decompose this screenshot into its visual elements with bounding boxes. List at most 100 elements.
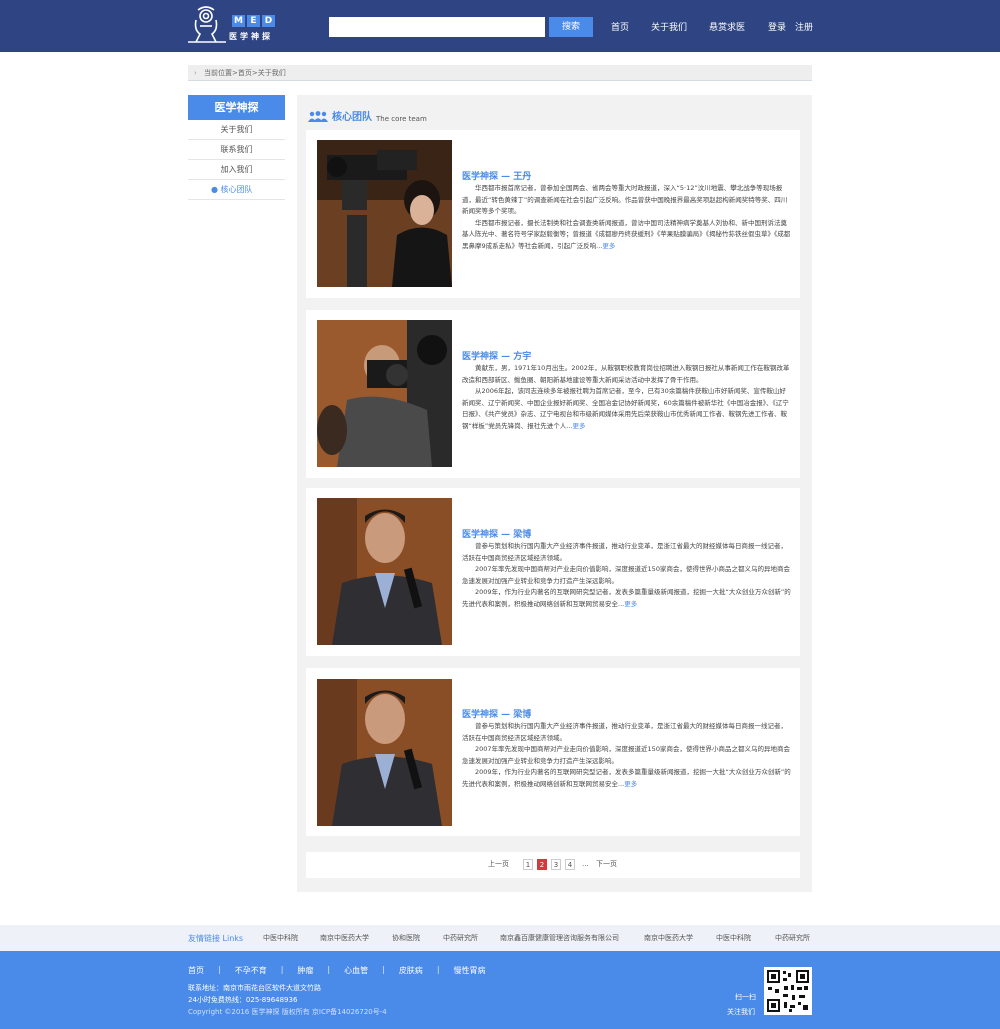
sidebar-item-join[interactable]: 加入我们 bbox=[188, 160, 285, 180]
section-header: 核心团队 The core team bbox=[308, 108, 427, 123]
team-card: 医学神探 — 梁博 曾参与策划和执行国内重大产业经济事件报道，推动行业变革，是浙… bbox=[306, 488, 800, 656]
nav-item-home[interactable]: 首页 bbox=[611, 20, 629, 33]
bio-paragraph: 从2006年起，该同志连续多年被报社聘为首席记者，至今，已有30余篇稿件获鞍山市… bbox=[462, 387, 789, 430]
bio-paragraph: 曾参与策划和执行国内重大产业经济事件报道，推动行业变革，是浙江省最大的财经媒体每… bbox=[462, 542, 787, 562]
member-name[interactable]: 医学神探 — 梁博 bbox=[462, 707, 531, 720]
friend-link[interactable]: 中药研究所 bbox=[443, 933, 478, 943]
footer-nav-item[interactable]: 心血管 bbox=[344, 965, 368, 976]
bio-paragraph: 华西都市报首席记者，曾参加全国两会、省两会等重大时政报道，深入“5·12”汶川地… bbox=[462, 184, 788, 216]
footer-nav-item[interactable]: 首页 bbox=[188, 965, 204, 976]
detective-logo-icon bbox=[188, 6, 226, 43]
footer-info: 联系地址：南京市雨花台区软件大道文竹路 24小时免费热线：025-8964893… bbox=[188, 982, 387, 1018]
site-header: M E D 医学神探 搜索 首页 关于我们 悬赏求医 登录 注册 bbox=[0, 0, 1000, 52]
member-bio: 曾参与策划和执行国内重大产业经济事件报道，推动行业变革，是浙江省最大的财经媒体每… bbox=[462, 541, 792, 611]
footer-nav-separator: | bbox=[327, 965, 331, 974]
team-card: 医学神探 — 方宇 黄献东，男，1971年10月出生。2002年，从鞍钢职校教育… bbox=[306, 310, 800, 478]
friend-links-bar: 友情链接 Links 中医中科院 南京中医药大学 协和医院 中药研究所 南京鑫百… bbox=[0, 925, 1000, 951]
logo-text: 医学神探 bbox=[229, 32, 273, 41]
member-photo-speaker[interactable] bbox=[317, 679, 452, 826]
friend-link[interactable]: 中医中科院 bbox=[263, 933, 298, 943]
friend-links-title: 友情链接 Links bbox=[188, 934, 244, 943]
page-link[interactable]: 1 bbox=[523, 859, 533, 870]
footer-nav-separator: | bbox=[280, 965, 284, 974]
logo-letter: D bbox=[262, 15, 275, 27]
footer-nav-item[interactable]: 不孕不育 bbox=[235, 965, 267, 976]
footer-nav-item[interactable]: 慢性胃病 bbox=[454, 965, 486, 976]
prev-page-link[interactable]: 上一页 bbox=[488, 859, 509, 870]
section-title: 核心团队 bbox=[332, 112, 372, 123]
member-name[interactable]: 医学神探 — 王丹 bbox=[462, 169, 531, 182]
footer-nav-item[interactable]: 肿瘤 bbox=[297, 965, 313, 976]
sidebar: 医学神探 关于我们 联系我们 加入我们 ● 核心团队 bbox=[188, 95, 285, 200]
team-icon bbox=[308, 111, 328, 122]
member-name[interactable]: 医学神探 — 梁博 bbox=[462, 527, 531, 540]
member-photo-speaker[interactable] bbox=[317, 498, 452, 645]
bio-paragraph: 2007年率先发现中国商帮对产业走向价值影响，深度报道近150家商会，使得世界小… bbox=[462, 565, 790, 585]
breadcrumb: › 当前位置>首页>关于我们 bbox=[188, 65, 812, 81]
bio-paragraph: 黄献东，男，1971年10月出生。2002年，从鞍钢职校教育岗位招聘进入鞍钢日报… bbox=[462, 364, 790, 384]
breadcrumb-text[interactable]: 当前位置>首页>关于我们 bbox=[204, 69, 286, 77]
auth-links: 登录 注册 bbox=[768, 20, 813, 33]
sidebar-item-about[interactable]: 关于我们 bbox=[188, 120, 285, 140]
more-link[interactable]: 更多 bbox=[602, 242, 615, 250]
breadcrumb-arrow-icon: › bbox=[194, 69, 197, 77]
logo-letter: M bbox=[232, 15, 245, 27]
friend-link[interactable]: 中医中科院 bbox=[716, 933, 751, 943]
logo-med-letters: M E D bbox=[232, 15, 275, 27]
footer-address: 联系地址：南京市雨花台区软件大道文竹路 bbox=[188, 984, 321, 992]
footer-nav-separator: | bbox=[382, 965, 385, 974]
member-photo-photographer[interactable] bbox=[317, 320, 452, 467]
qr-follow-label: 关注我们 bbox=[727, 1008, 755, 1016]
next-page-link[interactable]: 下一页 bbox=[596, 859, 617, 870]
bio-paragraph: 曾参与策划和执行国内重大产业经济事件报道，推动行业变革，是浙江省最大的财经媒体每… bbox=[462, 722, 787, 742]
friend-link[interactable]: 南京鑫百康健康管理咨询服务有限公司 bbox=[500, 933, 619, 943]
site-footer: 首页 | 不孕不育 | 肿瘤 | 心血管 | 皮肤病 | 慢性胃病 联系地址：南京市雨花台… bbox=[0, 951, 1000, 1029]
search-button[interactable]: 搜索 bbox=[549, 17, 593, 37]
member-name[interactable]: 医学神探 — 方宇 bbox=[462, 349, 531, 362]
footer-hotline: 24小时免费热线：025-89648936 bbox=[188, 996, 298, 1004]
more-link[interactable]: 更多 bbox=[624, 600, 637, 608]
page-ellipsis: ... bbox=[582, 860, 589, 868]
site-logo[interactable]: M E D 医学神探 bbox=[186, 6, 281, 44]
member-photo-cameraman[interactable] bbox=[317, 140, 452, 287]
member-bio: 黄献东，男，1971年10月出生。2002年，从鞍钢职校教育岗位招聘进入鞍钢日报… bbox=[462, 363, 792, 433]
footer-nav-separator: | bbox=[218, 965, 221, 974]
friend-link[interactable]: 协和医院 bbox=[392, 933, 420, 943]
page-link-current[interactable]: 2 bbox=[537, 859, 547, 870]
sidebar-item-contact[interactable]: 联系我们 bbox=[188, 140, 285, 160]
sidebar-item-label: 关于我们 bbox=[220, 125, 253, 134]
footer-nav: 首页 | 不孕不育 | 肿瘤 | 心血管 | 皮肤病 | 慢性胃病 bbox=[188, 965, 486, 976]
search-input[interactable] bbox=[329, 17, 545, 37]
friend-link[interactable]: 南京中医药大学 bbox=[644, 933, 693, 943]
main-nav: 首页 关于我们 悬赏求医 bbox=[611, 20, 767, 33]
friend-link[interactable]: 南京中医药大学 bbox=[320, 933, 369, 943]
sidebar-item-label: 联系我们 bbox=[220, 145, 253, 154]
register-link[interactable]: 注册 bbox=[795, 20, 813, 33]
bio-paragraph: 2007年率先发现中国商帮对产业走向价值影响，深度报道近150家商会，使得世界小… bbox=[462, 745, 790, 765]
more-link[interactable]: 更多 bbox=[572, 422, 585, 430]
team-card: 医学神探 — 梁博 曾参与策划和执行国内重大产业经济事件报道，推动行业变革，是浙… bbox=[306, 668, 800, 836]
sidebar-item-label: 核心团队 bbox=[220, 185, 253, 194]
nav-item-bounty[interactable]: 悬赏求医 bbox=[709, 20, 745, 33]
login-link[interactable]: 登录 bbox=[768, 20, 786, 33]
sidebar-title: 医学神探 bbox=[188, 95, 285, 120]
friend-link[interactable]: 中药研究所 bbox=[775, 933, 810, 943]
qr-scan-label: 扫一扫 bbox=[735, 993, 756, 1001]
sidebar-item-team[interactable]: ● 核心团队 bbox=[188, 180, 285, 200]
sidebar-item-label: 加入我们 bbox=[220, 165, 253, 174]
nav-item-about[interactable]: 关于我们 bbox=[651, 20, 687, 33]
page-link[interactable]: 3 bbox=[551, 859, 561, 870]
logo-letter: E bbox=[247, 15, 260, 27]
team-card: 医学神探 — 王丹 华西都市报首席记者，曾参加全国两会、省两会等重大时政报道，深… bbox=[306, 130, 800, 298]
active-dot-icon: ● bbox=[211, 185, 218, 194]
bio-paragraph: 华西都市报记者，摄长法制类和社会调查类新闻报道，曾访中国司法精神病学奠基人刘协和… bbox=[462, 218, 791, 250]
qr-code-icon[interactable] bbox=[764, 967, 812, 1015]
member-bio: 华西都市报首席记者，曾参加全国两会、省两会等重大时政报道，深入“5·12”汶川地… bbox=[462, 183, 792, 253]
more-link[interactable]: 更多 bbox=[624, 780, 637, 788]
section-subtitle: The core team bbox=[376, 115, 427, 123]
page-link[interactable]: 4 bbox=[565, 859, 575, 870]
pagination: 上一页 1 2 3 4 ... 下一页 bbox=[306, 852, 800, 878]
footer-copyright: Copyright ©2016 医学神探 版权所有 京ICP备14026720号… bbox=[188, 1008, 387, 1016]
footer-nav-item[interactable]: 皮肤病 bbox=[399, 965, 423, 976]
main-content: 核心团队 The core team 医学神探 — 王丹 华西都市报首席记者，曾… bbox=[297, 95, 812, 892]
